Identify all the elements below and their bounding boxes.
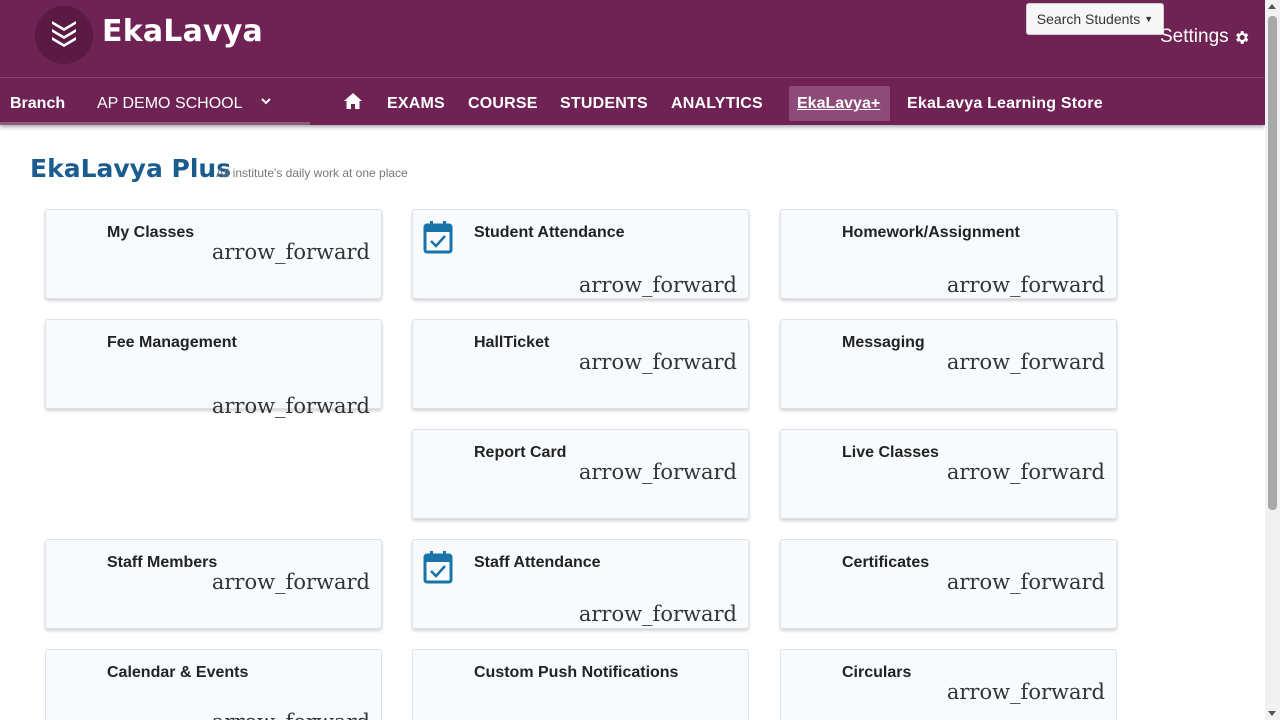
card-title: Certificates — [842, 554, 930, 571]
arrow-forward-icon: arrow_forward — [946, 350, 1105, 374]
caret-down-icon: ▼ — [1144, 14, 1154, 24]
nav-ekalavya-plus[interactable]: EkaLavya+ — [789, 86, 890, 121]
nav-analytics[interactable]: ANALYTICS — [671, 95, 763, 113]
card-calendar-events[interactable]: Calendar & Events arrow_forward — [45, 649, 382, 720]
arrow-forward-icon: arrow_forward — [946, 273, 1105, 297]
logo-chevrons-icon — [52, 21, 76, 47]
card-title: Fee Management — [107, 334, 237, 351]
card-title: Staff Members — [107, 554, 218, 571]
card-report-card[interactable]: Report Card arrow_forward — [412, 429, 749, 519]
search-students-label: Search Students — [1036, 11, 1141, 27]
arrow-forward-icon: arrow_forward — [211, 394, 370, 418]
arrow-forward-icon: arrow_forward — [578, 460, 737, 484]
card-custom-push-notifications[interactable]: Custom Push Notifications — [412, 649, 749, 720]
search-students-button[interactable]: Search Students ▼ — [1026, 3, 1164, 35]
arrow-forward-icon: arrow_forward — [946, 570, 1105, 594]
arrow-forward-icon: arrow_forward — [578, 602, 737, 626]
scrollbar-thumb[interactable] — [1268, 16, 1277, 510]
card-certificates[interactable]: Certificates arrow_forward — [780, 539, 1117, 629]
top-header: EkaLavya Search Students ▼ Settings — [0, 0, 1265, 77]
nav-course[interactable]: COURSE — [468, 95, 538, 113]
arrow-forward-icon: arrow_forward — [211, 240, 370, 264]
arrow-forward-icon: arrow_forward — [211, 570, 370, 594]
chevron-down-icon[interactable] — [259, 94, 273, 108]
gear-icon — [1235, 30, 1248, 44]
card-hallticket[interactable]: HallTicket arrow_forward — [412, 319, 749, 409]
card-fee-management[interactable]: Fee Management arrow_forward — [45, 319, 382, 418]
card-homework-assignment[interactable]: Homework/Assignment arrow_forward — [780, 209, 1117, 299]
arrow-forward-icon: arrow_forward — [578, 350, 737, 374]
calendar-check-icon — [423, 221, 453, 254]
main-nav: Branch AP DEMO SCHOOL EXAMS COURSE STUDE… — [0, 78, 1265, 125]
nav-ekalavya-plus-label: EkaLavya+ — [797, 95, 881, 112]
arrow-forward-icon: arrow_forward — [212, 710, 370, 720]
card-student-attendance[interactable]: Student Attendance arrow_forward — [412, 209, 749, 299]
nav-students[interactable]: STUDENTS — [560, 95, 648, 113]
card-title: Report Card — [474, 444, 567, 461]
card-title: Student Attendance — [474, 224, 625, 241]
nav-exams[interactable]: EXAMS — [387, 95, 445, 113]
page-subtitle: All institute's daily work at one place — [216, 166, 408, 180]
card-messaging[interactable]: Messaging arrow_forward — [780, 319, 1117, 409]
branch-select[interactable]: AP DEMO SCHOOL — [97, 95, 243, 113]
branch-underline — [0, 122, 310, 125]
page-title: EkaLavya Plus — [30, 154, 232, 183]
card-title: Live Classes — [842, 444, 939, 461]
calendar-check-icon — [423, 551, 453, 584]
card-staff-members[interactable]: Staff Members arrow_forward — [45, 539, 382, 629]
card-title: Circulars — [842, 664, 912, 681]
card-staff-attendance[interactable]: Staff Attendance arrow_forward — [412, 539, 749, 629]
arrow-forward-icon: arrow_forward — [578, 273, 737, 297]
settings-button[interactable]: Settings — [1160, 26, 1250, 48]
card-title: Custom Push Notifications — [474, 664, 679, 681]
scroll-up-arrow-icon[interactable] — [1268, 4, 1276, 9]
home-icon[interactable] — [343, 92, 363, 110]
card-circulars[interactable]: Circulars arrow_forward — [780, 649, 1117, 720]
settings-label: Settings — [1160, 26, 1229, 47]
scroll-down-arrow-icon[interactable] — [1268, 711, 1276, 716]
nav-learning-store[interactable]: EkaLavya Learning Store — [907, 95, 1103, 113]
card-my-classes[interactable]: My Classes arrow_forward — [45, 209, 382, 299]
logo[interactable] — [35, 6, 93, 64]
branch-label: Branch — [10, 95, 66, 112]
card-title: Staff Attendance — [474, 554, 601, 571]
arrow-forward-icon: arrow_forward — [946, 460, 1105, 484]
card-live-classes[interactable]: Live Classes arrow_forward — [780, 429, 1117, 519]
card-title: My Classes — [107, 224, 195, 241]
card-title: Messaging — [842, 334, 925, 351]
card-title: HallTicket — [474, 334, 550, 351]
card-title: Calendar & Events — [107, 664, 249, 681]
brand-name: EkaLavya — [102, 14, 264, 49]
card-title: Homework/Assignment — [842, 224, 1020, 241]
arrow-forward-icon: arrow_forward — [946, 680, 1105, 704]
